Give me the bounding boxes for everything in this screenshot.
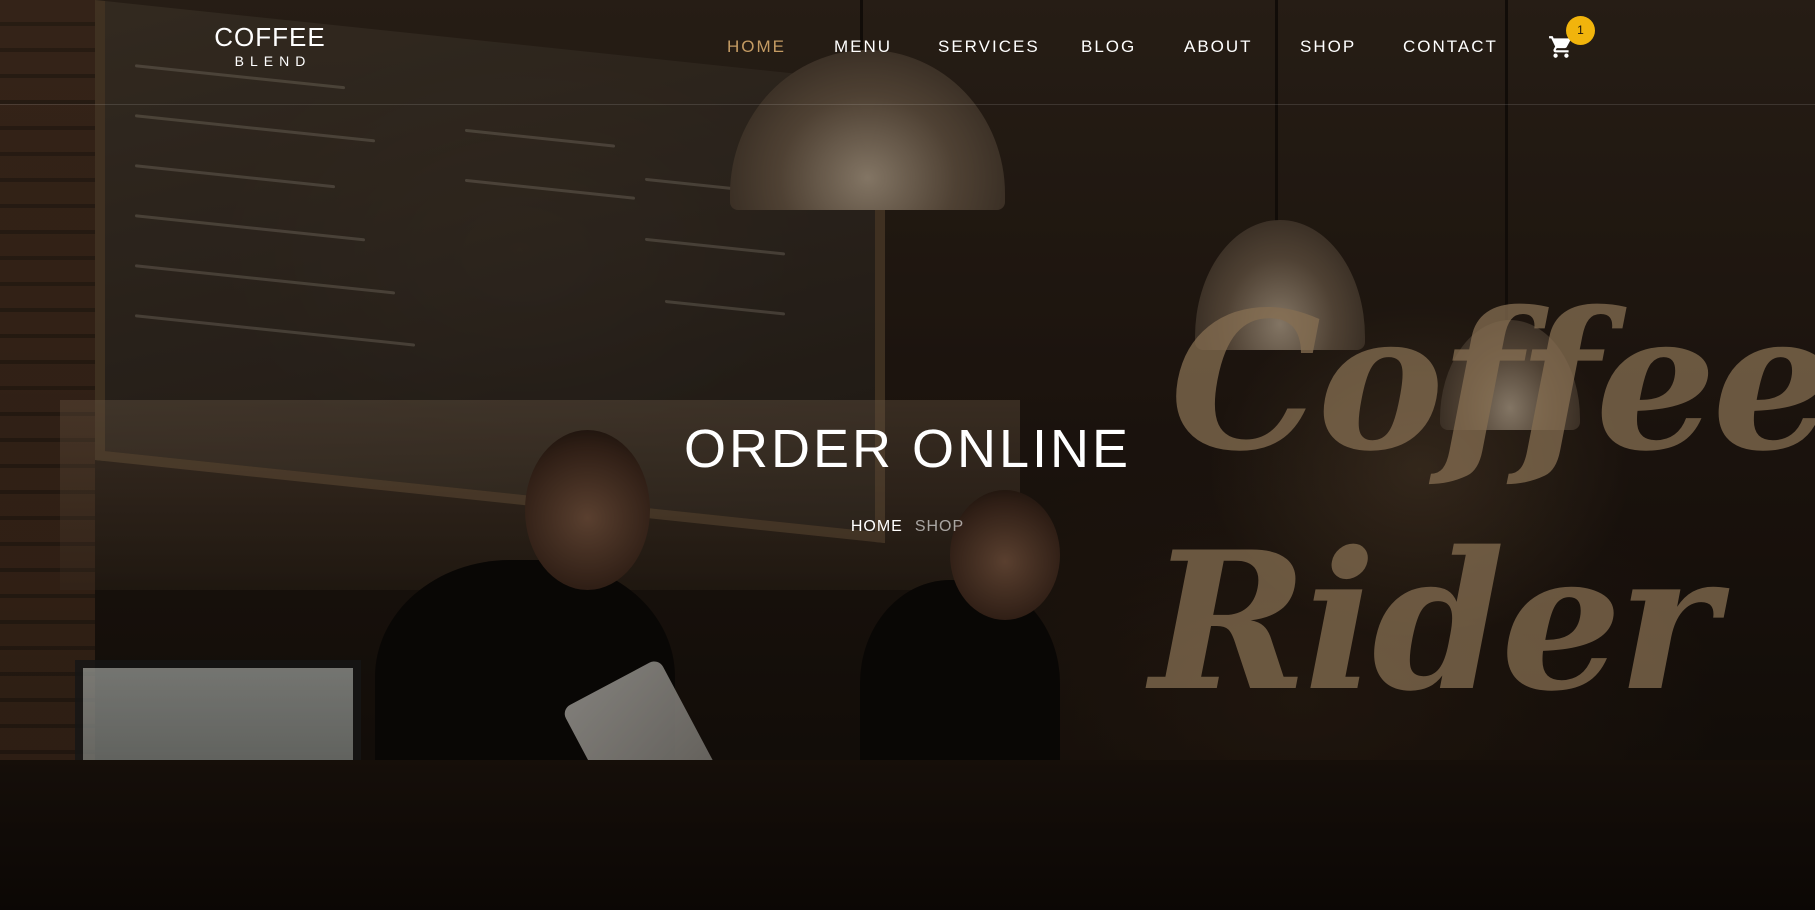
page-title: ORDER ONLINE [683,419,1132,479]
nav-link-blog[interactable]: BLOG [1081,37,1136,56]
navbar: COFFEE BLEND HOME MENU SERVICES BLOG ABO… [0,0,1815,105]
nav-item-blog: BLOG [1081,37,1136,57]
nav-item-about: ABOUT [1184,37,1253,57]
nav-item-home: HOME [727,37,786,57]
nav-link-menu[interactable]: MENU [834,37,892,56]
nav-link-shop[interactable]: SHOP [1300,37,1356,56]
brand-logo-bottom: BLEND [234,53,312,69]
nav-link-home[interactable]: HOME [727,37,786,56]
breadcrumb-current: SHOP [914,518,965,535]
nav-item-contact: CONTACT [1403,37,1498,57]
nav-item-menu: MENU [834,37,892,57]
nav-link-contact[interactable]: CONTACT [1403,37,1498,56]
nav-item-shop: SHOP [1300,37,1356,57]
breadcrumb-home-link[interactable]: HOME [851,518,903,535]
nav-item-services: SERVICES [938,37,1040,57]
cart-count-badge: 1 [1566,16,1595,45]
breadcrumb: HOME SHOP [0,518,1815,536]
brand-logo[interactable]: COFFEE BLEND [214,24,326,68]
nav-link-services[interactable]: SERVICES [938,37,1040,56]
brand-logo-top: COFFEE [214,22,326,52]
nav-link-about[interactable]: ABOUT [1184,37,1253,56]
